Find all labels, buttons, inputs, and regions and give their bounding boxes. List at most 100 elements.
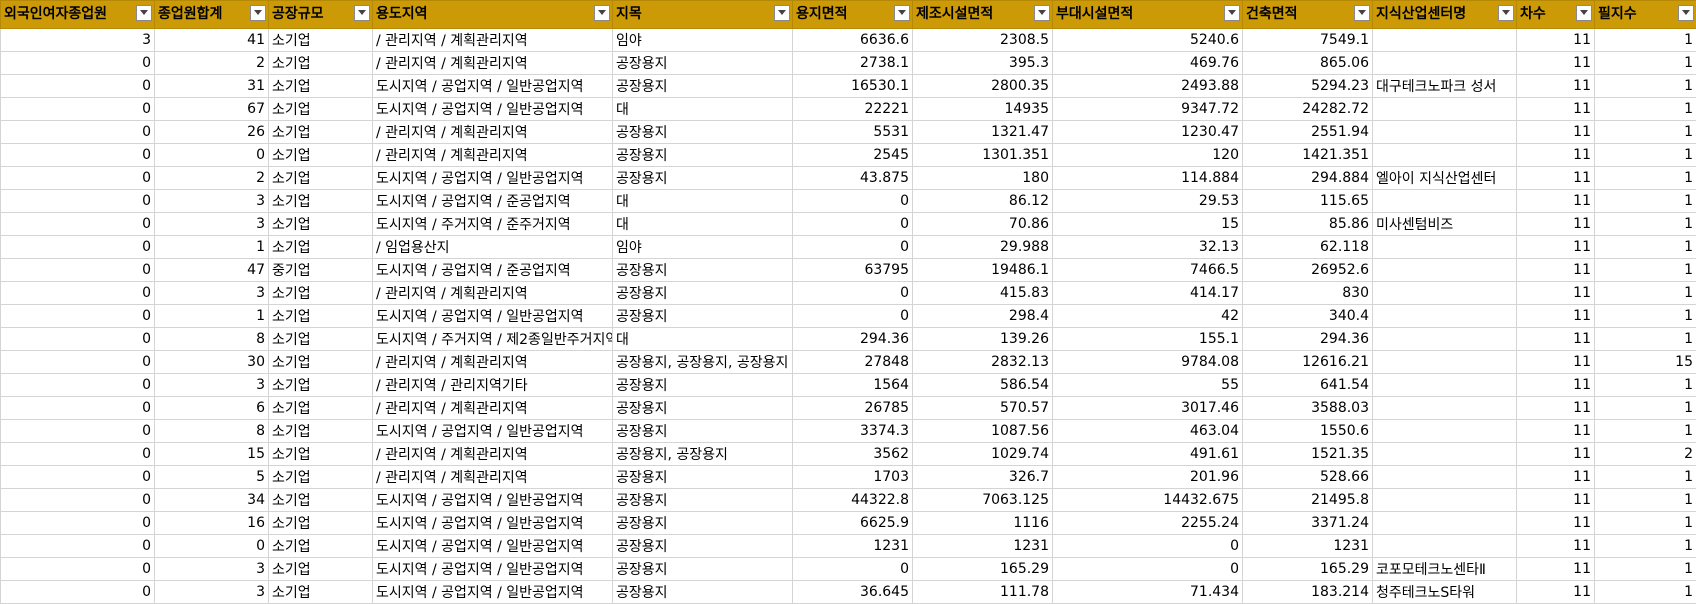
grid-cell[interactable]: 830	[1243, 282, 1373, 305]
grid-cell[interactable]: 7549.1	[1243, 29, 1373, 52]
grid-cell[interactable]: 11	[1517, 535, 1595, 558]
grid-cell[interactable]: 도시지역 / 공업지역 / 일반공업지역	[373, 581, 613, 604]
grid-cell[interactable]: 2545	[793, 144, 913, 167]
grid-cell[interactable]: 1	[1595, 121, 1696, 144]
grid-cell[interactable]: 2	[1595, 443, 1696, 466]
grid-cell[interactable]: 2493.88	[1053, 75, 1243, 98]
grid-cell[interactable]: 340.4	[1243, 305, 1373, 328]
grid-cell[interactable]: 15	[1053, 213, 1243, 236]
column-header-10[interactable]: 지식산업센터명	[1373, 1, 1517, 29]
column-header-2[interactable]: 종업원합계	[155, 1, 269, 29]
grid-cell[interactable]: 공장용지	[613, 397, 793, 420]
grid-cell[interactable]: 2	[155, 52, 269, 75]
grid-cell[interactable]: 5240.6	[1053, 29, 1243, 52]
grid-cell[interactable]: 491.61	[1053, 443, 1243, 466]
grid-cell[interactable]: 공장용지	[613, 52, 793, 75]
grid-cell[interactable]: 소기업	[269, 420, 373, 443]
grid-cell[interactable]: 공장용지	[613, 121, 793, 144]
grid-cell[interactable]: 대	[613, 190, 793, 213]
grid-cell[interactable]: 도시지역 / 공업지역 / 일반공업지역	[373, 305, 613, 328]
grid-cell[interactable]: 11	[1517, 512, 1595, 535]
grid-cell[interactable]: 469.76	[1053, 52, 1243, 75]
grid-cell[interactable]	[1373, 397, 1517, 420]
grid-cell[interactable]: 12616.21	[1243, 351, 1373, 374]
grid-cell[interactable]: 도시지역 / 주거지역 / 제2종일반주거지역	[373, 328, 613, 351]
grid-cell[interactable]	[1373, 190, 1517, 213]
grid-cell[interactable]: 0	[1, 535, 155, 558]
grid-cell[interactable]: 0	[793, 236, 913, 259]
column-header-3[interactable]: 공장규모	[269, 1, 373, 29]
grid-cell[interactable]: 1	[1595, 466, 1696, 489]
grid-cell[interactable]: 414.17	[1053, 282, 1243, 305]
grid-cell[interactable]: 139.26	[913, 328, 1053, 351]
grid-cell[interactable]: 1	[1595, 328, 1696, 351]
grid-cell[interactable]: 도시지역 / 공업지역 / 일반공업지역	[373, 75, 613, 98]
grid-cell[interactable]: 6625.9	[793, 512, 913, 535]
grid-cell[interactable]: 3374.3	[793, 420, 913, 443]
grid-cell[interactable]: 11	[1517, 282, 1595, 305]
grid-cell[interactable]: 1	[1595, 374, 1696, 397]
grid-cell[interactable]: 0	[1, 466, 155, 489]
column-header-9[interactable]: 건축면적	[1243, 1, 1373, 29]
grid-cell[interactable]: 소기업	[269, 98, 373, 121]
grid-cell[interactable]: 11	[1517, 466, 1595, 489]
grid-cell[interactable]: 0	[1, 167, 155, 190]
grid-cell[interactable]: 0	[793, 305, 913, 328]
grid-cell[interactable]: 11	[1517, 29, 1595, 52]
grid-cell[interactable]: 26952.6	[1243, 259, 1373, 282]
grid-cell[interactable]: 도시지역 / 공업지역 / 일반공업지역	[373, 558, 613, 581]
grid-cell[interactable]: 1231	[913, 535, 1053, 558]
grid-cell[interactable]: 0	[1, 351, 155, 374]
grid-cell[interactable]: 19486.1	[913, 259, 1053, 282]
grid-cell[interactable]: 도시지역 / 공업지역 / 준공업지역	[373, 190, 613, 213]
grid-cell[interactable]: 대	[613, 213, 793, 236]
grid-cell[interactable]: 0	[1053, 558, 1243, 581]
grid-cell[interactable]: 0	[1, 144, 155, 167]
grid-cell[interactable]: 0	[1, 420, 155, 443]
grid-cell[interactable]: 2738.1	[793, 52, 913, 75]
grid-cell[interactable]: 11	[1517, 351, 1595, 374]
grid-cell[interactable]: 1230.47	[1053, 121, 1243, 144]
grid-cell[interactable]: 임야	[613, 29, 793, 52]
grid-cell[interactable]	[1373, 98, 1517, 121]
grid-cell[interactable]	[1373, 144, 1517, 167]
grid-cell[interactable]	[1373, 282, 1517, 305]
grid-cell[interactable]: 1	[1595, 535, 1696, 558]
grid-cell[interactable]: 도시지역 / 공업지역 / 일반공업지역	[373, 489, 613, 512]
grid-cell[interactable]: 대	[613, 328, 793, 351]
grid-cell[interactable]: 소기업	[269, 374, 373, 397]
grid-cell[interactable]: 중기업	[269, 259, 373, 282]
grid-cell[interactable]: 24282.72	[1243, 98, 1373, 121]
grid-cell[interactable]	[1373, 512, 1517, 535]
grid-cell[interactable]: 공장용지	[613, 259, 793, 282]
column-header-5[interactable]: 지목	[613, 1, 793, 29]
grid-cell[interactable]: 9347.72	[1053, 98, 1243, 121]
grid-cell[interactable]: 소기업	[269, 121, 373, 144]
grid-cell[interactable]: 11	[1517, 581, 1595, 604]
grid-cell[interactable]: 11	[1517, 259, 1595, 282]
grid-cell[interactable]: 소기업	[269, 52, 373, 75]
grid-cell[interactable]: 0	[793, 558, 913, 581]
filter-dropdown-icon[interactable]	[354, 5, 370, 21]
grid-cell[interactable]: 0	[155, 535, 269, 558]
grid-cell[interactable]: 대구테크노파크 성서	[1373, 75, 1517, 98]
grid-cell[interactable]: 공장용지	[613, 305, 793, 328]
grid-cell[interactable]: 415.83	[913, 282, 1053, 305]
filter-dropdown-icon[interactable]	[1678, 5, 1694, 21]
grid-cell[interactable]: 0	[793, 282, 913, 305]
grid-cell[interactable]: 0	[155, 144, 269, 167]
grid-cell[interactable]: 0	[1, 305, 155, 328]
grid-cell[interactable]: 0	[1, 581, 155, 604]
grid-cell[interactable]: 공장용지, 공장용지	[613, 443, 793, 466]
grid-cell[interactable]: 0	[1, 558, 155, 581]
grid-cell[interactable]: 대	[613, 98, 793, 121]
grid-cell[interactable]: / 관리지역 / 계획관리지역	[373, 397, 613, 420]
grid-cell[interactable]: 소기업	[269, 190, 373, 213]
grid-cell[interactable]: 11	[1517, 213, 1595, 236]
grid-cell[interactable]: 3	[155, 581, 269, 604]
grid-cell[interactable]: 1	[155, 305, 269, 328]
grid-cell[interactable]: 도시지역 / 공업지역 / 일반공업지역	[373, 420, 613, 443]
grid-cell[interactable]	[1373, 535, 1517, 558]
grid-cell[interactable]: 1521.35	[1243, 443, 1373, 466]
grid-cell[interactable]: 3	[155, 190, 269, 213]
